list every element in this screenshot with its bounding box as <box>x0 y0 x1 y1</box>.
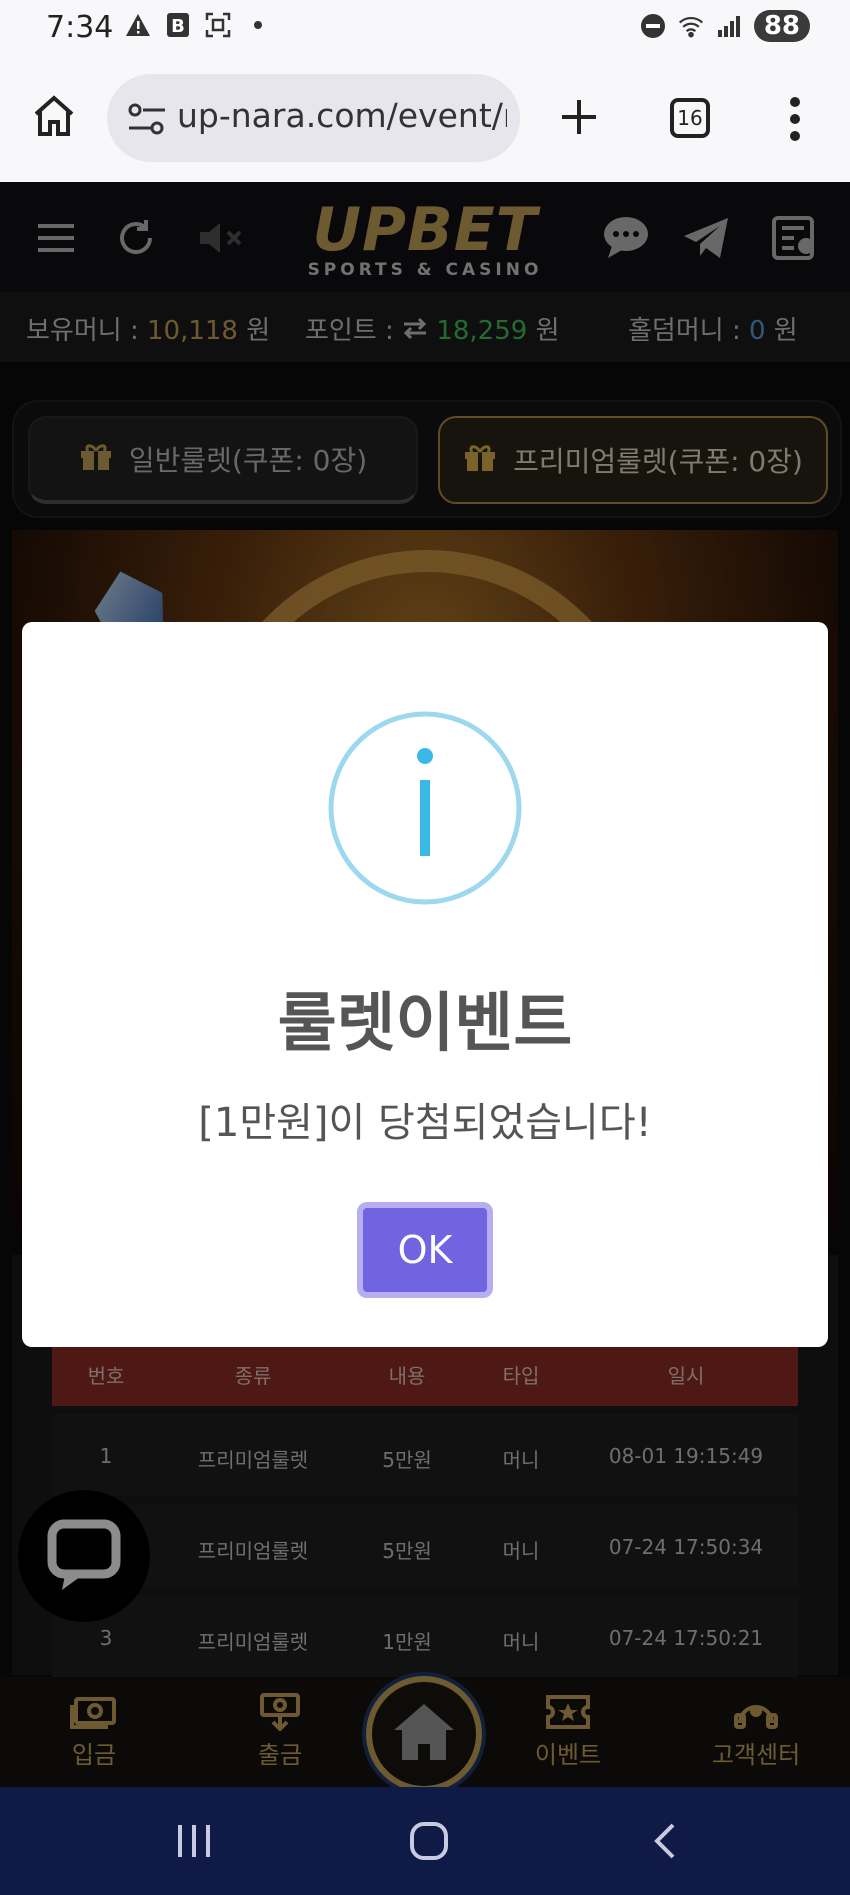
new-tab-icon[interactable] <box>556 94 602 140</box>
result-dialog: 룰렛이벤트 [1만원]이 당첨되었습니다! OK <box>22 622 828 1347</box>
battery-level: 88 <box>753 10 810 42</box>
address-bar[interactable]: up-nara.com/event/r <box>107 74 520 162</box>
recent-apps-icon[interactable] <box>172 1819 216 1863</box>
dialog-message: [1만원]이 당첨되었습니다! <box>198 1100 652 1146</box>
more-menu-icon[interactable] <box>785 94 805 144</box>
home-icon[interactable] <box>30 92 78 140</box>
tab-switcher-button[interactable]: 16 <box>670 98 710 138</box>
system-nav-bar <box>0 1787 850 1895</box>
signal-icon <box>716 13 742 39</box>
svg-text:B: B <box>171 16 185 37</box>
back-icon[interactable] <box>645 1819 689 1863</box>
wifi-icon <box>678 13 704 39</box>
screenshot-icon <box>205 12 231 38</box>
ok-button[interactable]: OK <box>357 1202 493 1298</box>
system-home-icon[interactable] <box>407 1819 451 1863</box>
dialog-title: 룰렛이벤트 <box>277 987 573 1061</box>
b-app-icon: B <box>165 12 191 38</box>
warning-icon <box>125 12 151 38</box>
status-time: 7:34 <box>46 10 114 45</box>
browser-toolbar: up-nara.com/event/r 16 <box>0 52 850 182</box>
site-settings-icon[interactable] <box>127 102 167 136</box>
dnd-icon <box>640 13 666 39</box>
status-bar: 7:34 B 88 <box>0 0 850 52</box>
url-text[interactable]: up-nara.com/event/r <box>177 96 507 135</box>
info-icon <box>327 710 523 906</box>
dot-icon <box>245 12 271 38</box>
